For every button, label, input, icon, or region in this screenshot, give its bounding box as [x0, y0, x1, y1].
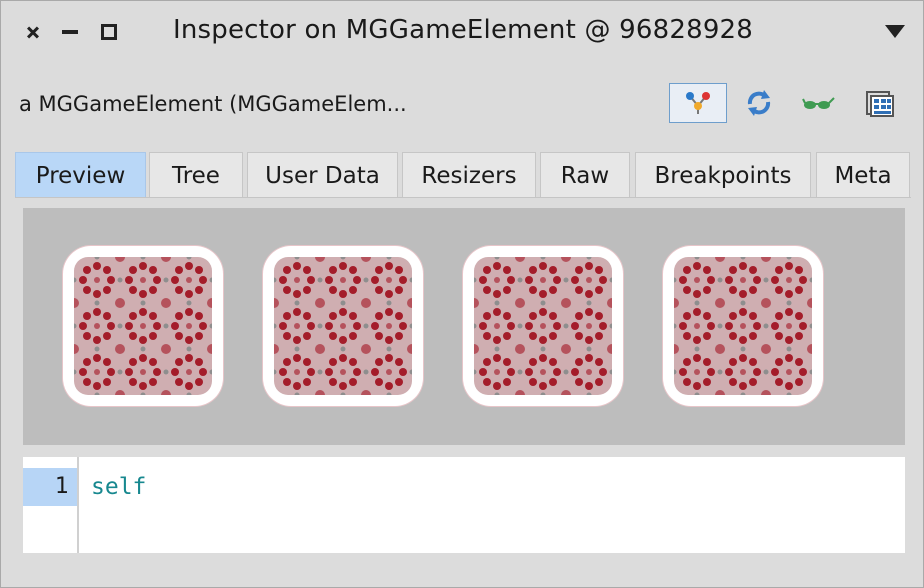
tab-raw[interactable]: Raw: [540, 152, 630, 197]
line-number: 1: [55, 474, 69, 499]
explore-graph-button[interactable]: [669, 83, 727, 123]
explore-graph-icon: [686, 92, 710, 114]
preview-tile: [263, 246, 423, 406]
pattern-image: [474, 257, 612, 395]
object-title: a MGGameElement (MGGameElem...: [19, 92, 407, 116]
tab-resizers[interactable]: Resizers: [402, 152, 536, 197]
pattern-image: [74, 257, 212, 395]
window-title: Inspector on MGGameElement @ 96828928: [172, 15, 754, 45]
evaluate-button[interactable]: [790, 83, 848, 123]
code-editor[interactable]: 1 self: [23, 457, 905, 553]
inspector-window: Inspector on MGGameElement @ 96828928 a …: [0, 0, 924, 588]
tab-preview[interactable]: Preview: [15, 152, 146, 197]
line-gutter: 1: [23, 457, 79, 553]
preview-tile: [63, 246, 223, 406]
refresh-icon: [747, 90, 771, 116]
glasses-icon: [802, 97, 835, 109]
browse-button[interactable]: [850, 83, 908, 123]
preview-tile: [663, 246, 823, 406]
preview-pane: [23, 208, 905, 445]
window-menu-icon[interactable]: [885, 25, 905, 38]
pattern-image: [674, 257, 812, 395]
tab-user-data[interactable]: User Data: [247, 152, 398, 197]
preview-tile: [463, 246, 623, 406]
tab-tree[interactable]: Tree: [149, 152, 243, 197]
tab-breakpoints[interactable]: Breakpoints: [635, 152, 811, 197]
pattern-image: [274, 257, 412, 395]
tab-meta[interactable]: Meta: [816, 152, 910, 197]
code-line[interactable]: self: [91, 468, 146, 506]
title-bar[interactable]: Inspector on MGGameElement @ 96828928: [1, 1, 923, 63]
refresh-button[interactable]: [730, 83, 788, 123]
browse-table-icon: [866, 91, 894, 117]
